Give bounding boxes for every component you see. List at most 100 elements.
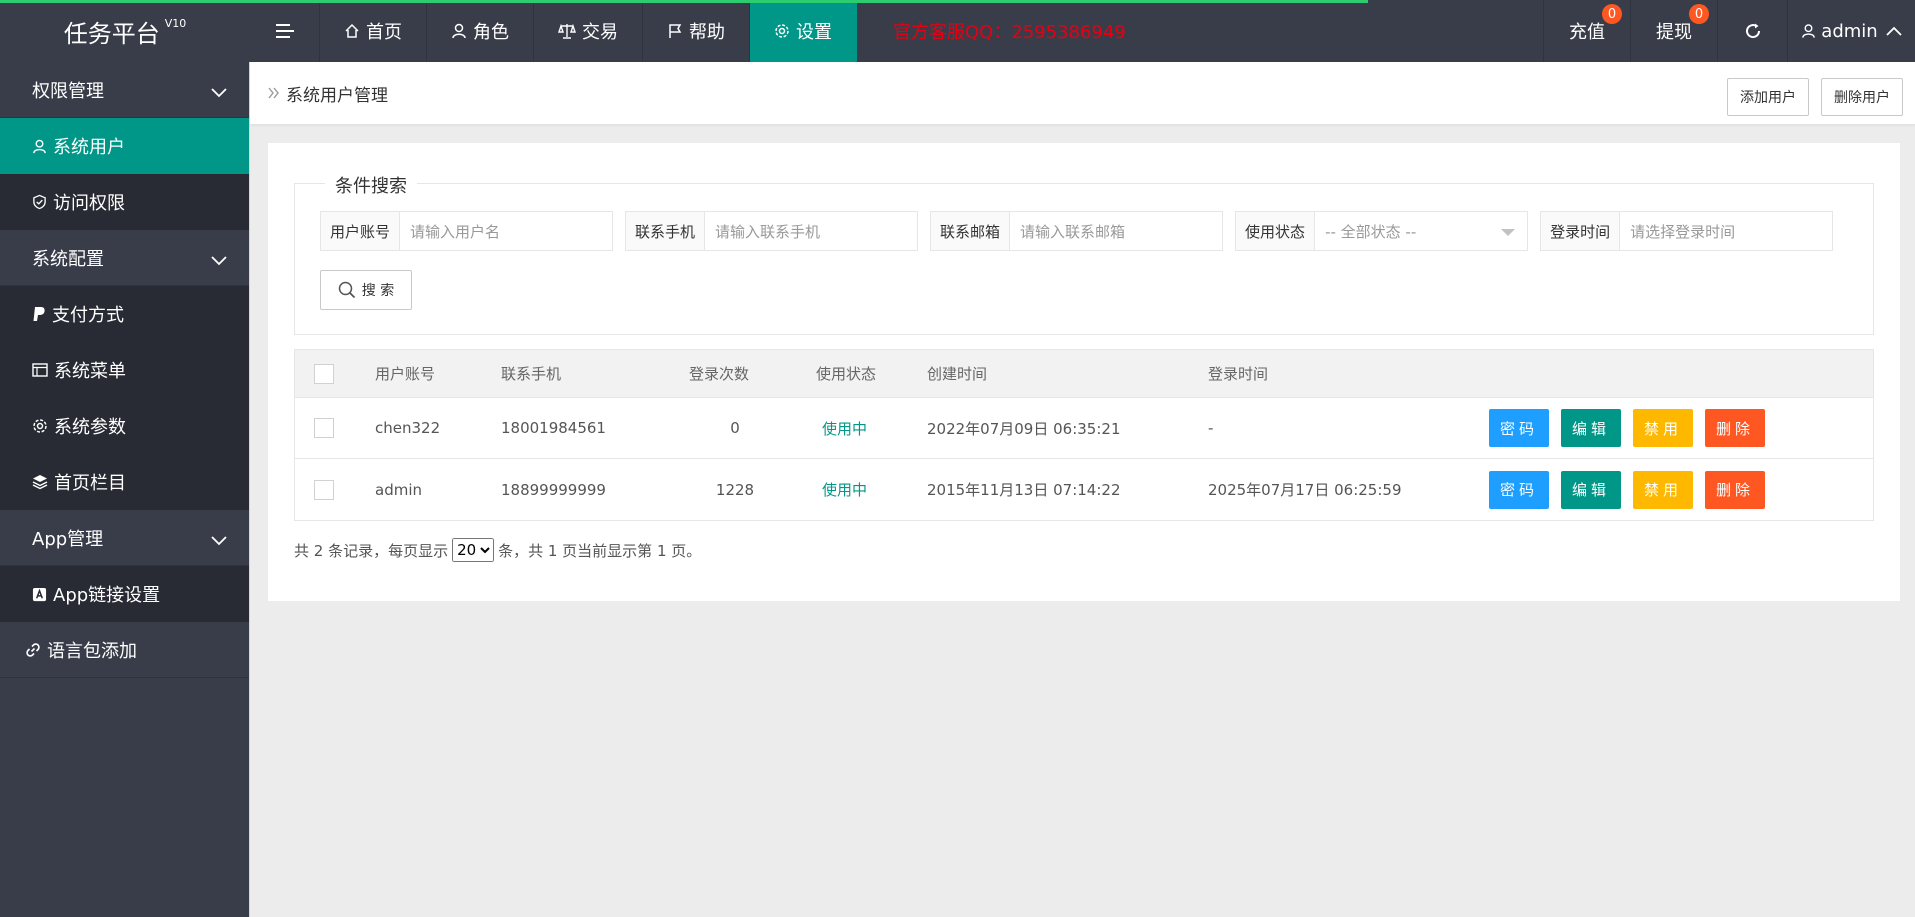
sidebar: 权限管理 系统用户 访问权限 系统配置 支付方式 系统菜单 系统参数 首页栏目 … [0,62,250,917]
table-header: 用户账号 联系手机 登录次数 使用状态 创建时间 登录时间 [295,350,1873,398]
search-fields: 用户账号 请输入用户名 联系手机 请输入联系手机 联系邮箱 请输入联系邮箱 使用… [320,211,1834,251]
page-size-select[interactable]: 20 [452,538,495,562]
filter-label: 登录时间 [1540,211,1621,251]
toolbar: 添加用户 删除用户 [1727,78,1903,116]
user-menu[interactable]: admin [1787,0,1915,62]
window-icon [32,363,48,377]
sidebar-item-language[interactable]: 语言包添加 [0,622,249,678]
row-checkbox[interactable] [314,479,334,500]
select-all-checkbox[interactable] [314,363,334,384]
sidebar-item-label: 访问权限 [53,193,125,214]
breadcrumb-bar: 系统用户管理 添加用户 删除用户 [250,62,1915,125]
double-chevron-right-icon [268,84,280,103]
sidebar-item-payment[interactable]: 支付方式 [0,286,249,342]
user-icon [1801,23,1816,39]
sidebar-group-config[interactable]: 系统配置 [0,230,249,286]
password-button[interactable]: 密码 [1489,470,1549,509]
menu-toggle-button[interactable] [250,0,320,62]
column-header: 联系手机 [501,365,562,383]
sidebar-item-home-columns[interactable]: 首页栏目 [0,454,249,510]
column-header: 登录时间 [1208,365,1269,383]
shield-icon [32,194,47,210]
column-header: 创建时间 [927,365,988,383]
add-user-button[interactable]: 添加用户 [1727,78,1809,116]
nav-help[interactable]: 帮助 [643,0,750,62]
created-cell: 2015年11月13日 07:14:22 [927,481,1121,499]
logins-cell: 0 [730,419,740,437]
page-title: 系统用户管理 [286,86,388,106]
email-input[interactable]: 请输入联系邮箱 [1010,211,1224,251]
main-panel: 条件搜索 用户账号 请输入用户名 联系手机 请输入联系手机 联系邮箱 请输入联系… [268,143,1900,601]
column-header: 使用状态 [816,365,877,383]
sidebar-item-label: 系统菜单 [54,361,126,382]
sidebar-item-system-users[interactable]: 系统用户 [0,118,249,174]
sidebar-group-label: 权限管理 [32,80,104,102]
row-checkbox[interactable] [314,418,334,438]
pager-suffix: 条，共 1 页当前显示第 1 页。 [498,541,702,560]
phone-input[interactable]: 请输入联系手机 [705,211,919,251]
sidebar-group-label: App管理 [32,528,104,550]
column-header: 用户账号 [375,365,436,383]
nav-home[interactable]: 首页 [320,0,427,62]
delete-user-button[interactable]: 删除用户 [1821,78,1903,116]
refresh-icon [1745,23,1760,39]
filter-label: 用户账号 [320,211,401,251]
loading-progress-bar [0,0,1368,3]
home-icon [344,23,360,39]
paypal-icon [32,306,46,322]
login-time-input[interactable]: 请选择登录时间 [1620,211,1834,251]
search-legend: 条件搜索 [325,172,417,198]
sidebar-group-label: 系统配置 [32,248,104,270]
nav-trade[interactable]: 交易 [534,0,643,62]
sidebar-item-params[interactable]: 系统参数 [0,398,249,454]
logo-version: V10 [164,16,187,30]
edit-button[interactable]: 编辑 [1561,409,1621,447]
account-input[interactable]: 请输入用户名 [400,211,614,251]
caret-down-icon [1501,229,1516,236]
login-time-filter: 登录时间 请选择登录时间 [1540,211,1834,251]
search-button[interactable]: 搜 索 [320,270,412,310]
scale-icon [558,23,576,39]
sidebar-group-permissions[interactable]: 权限管理 [0,62,249,118]
top-nav: 首页 角色 交易 帮助 设置 [250,0,857,62]
pager-prefix: 共 2 条记录，每页显示 [294,541,449,560]
password-button[interactable]: 密码 [1489,409,1549,447]
disable-button[interactable]: 禁用 [1633,470,1693,509]
status-select[interactable]: -- 全部状态 -- [1315,211,1529,251]
refresh-button[interactable] [1717,0,1787,62]
disable-button[interactable]: 禁用 [1633,409,1693,447]
sidebar-group-app[interactable]: App管理 [0,510,249,566]
chevron-down-icon [211,250,227,271]
created-cell: 2022年07月09日 06:35:21 [927,419,1121,438]
column-header: 登录次数 [689,365,750,383]
sidebar-item-access[interactable]: 访问权限 [0,174,249,230]
qq-support-notice: 官方客服QQ：2595386949 [893,22,1126,43]
flag-icon [667,23,683,39]
sidebar-item-label: 系统参数 [54,417,126,438]
menu-toggle-icon [275,24,294,38]
withdraw-button[interactable]: 提现 0 [1630,0,1717,62]
sidebar-item-app-link[interactable]: App链接设置 [0,566,249,622]
search-fieldset: 条件搜索 用户账号 请输入用户名 联系手机 请输入联系手机 联系邮箱 请输入联系… [294,172,1874,335]
chevron-down-icon [211,530,227,551]
edit-button[interactable]: 编辑 [1561,470,1621,509]
status-select-value: -- 全部状态 -- [1325,222,1417,241]
row-actions: 密码 编辑 禁用 删除 [1489,409,1765,447]
nav-settings[interactable]: 设置 [750,0,857,62]
logo[interactable]: 任务平台 V10 [0,0,250,62]
breadcrumb: 系统用户管理 [268,62,388,125]
chevron-down-icon [211,82,227,103]
recharge-badge: 0 [1602,4,1622,24]
nav-role-label: 角色 [473,22,509,43]
user-icon [451,23,467,39]
delete-button[interactable]: 删除 [1705,409,1765,447]
status-cell: 使用中 [822,481,868,499]
delete-button[interactable]: 删除 [1705,470,1765,509]
sidebar-item-label: 支付方式 [52,305,124,326]
sidebar-item-menu[interactable]: 系统菜单 [0,342,249,398]
header-right: 充值 0 提现 0 admin [1543,0,1915,62]
logo-text: 任务平台 [63,19,160,48]
recharge-button[interactable]: 充值 0 [1543,0,1630,62]
nav-role[interactable]: 角色 [427,0,534,62]
user-name: admin [1821,20,1878,42]
